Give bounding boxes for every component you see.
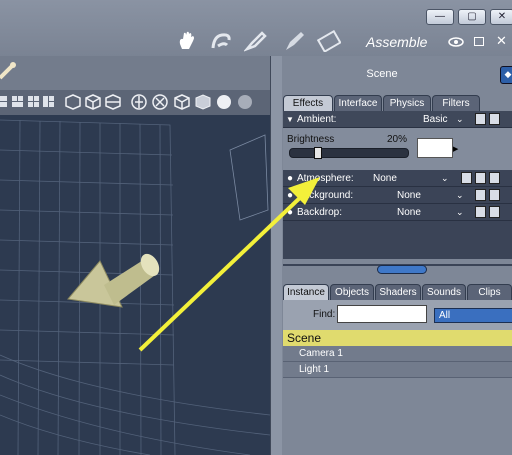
load-icon[interactable] (489, 113, 500, 125)
eye-icon[interactable] (448, 37, 464, 47)
brush-tool-icon[interactable] (283, 30, 307, 52)
draw-tool-icon[interactable] (244, 30, 268, 52)
render-box-icons[interactable] (64, 93, 126, 111)
window-icon[interactable] (474, 37, 484, 46)
tab-filters[interactable]: Filters (432, 95, 480, 111)
backdrop-row[interactable]: ● Backdrop: None ⌄ (283, 204, 512, 221)
find-label: Find: (313, 309, 336, 320)
chevron-down-icon[interactable]: ⌄ (456, 187, 464, 204)
swatch-arrow-icon[interactable]: ▶ (453, 145, 458, 153)
background-value[interactable]: None (397, 187, 421, 204)
load-icon[interactable] (489, 172, 500, 184)
atmosphere-value[interactable]: None (373, 170, 397, 187)
save-icon[interactable] (475, 113, 486, 125)
top-toolbar: — ▢ ✕ Assemble ✕ (0, 0, 512, 56)
ambient-row[interactable]: ▼ Ambient: Basic ⌄ (283, 111, 512, 128)
chevron-down-icon[interactable]: ⌄ (456, 204, 464, 221)
close-button[interactable]: ✕ (490, 9, 512, 25)
edit-icon[interactable] (461, 172, 472, 184)
filter-dropdown[interactable]: All (434, 308, 512, 323)
brightness-label: Brightness (287, 134, 335, 145)
brightness-percent: 20% (387, 134, 408, 145)
bullet-icon: ● (287, 190, 294, 201)
load-icon[interactable] (489, 206, 500, 218)
hand-tool-icon[interactable] (176, 30, 200, 52)
bullet-icon: ● (287, 173, 294, 184)
brightness-slider[interactable] (289, 147, 409, 159)
bullet-icon: ● (287, 207, 294, 218)
maximize-button[interactable]: ▢ (458, 9, 486, 25)
filter-value: All (439, 310, 451, 321)
layout-icons[interactable] (0, 95, 55, 109)
film-tool-icon[interactable] (317, 30, 341, 52)
morph-tool-icon[interactable] (210, 30, 234, 52)
collapse-triangle-icon[interactable]: ▼ (286, 111, 294, 128)
slider-thumb[interactable] (314, 147, 322, 159)
backdrop-value[interactable]: None (397, 204, 421, 221)
tab-clips[interactable]: Clips (467, 284, 512, 300)
tab-sounds[interactable]: Sounds (422, 284, 466, 300)
brightness-area: Brightness 20% ▶ (283, 128, 512, 170)
effects-empty-area (283, 221, 512, 259)
tab-shaders[interactable]: Shaders (375, 284, 421, 300)
view-toolbar (0, 90, 270, 115)
find-bar: Find: All (283, 300, 512, 330)
atmosphere-label: Atmosphere: (297, 173, 354, 184)
panel-resize-handle[interactable] (377, 265, 427, 274)
atmosphere-row[interactable]: ● Atmosphere: None ⌄ (283, 170, 512, 187)
color-swatch[interactable] (417, 138, 453, 158)
tree-empty-area (283, 378, 512, 455)
shading-mode-icons[interactable] (130, 93, 255, 111)
chevron-down-icon[interactable]: ⌄ (441, 170, 449, 187)
scene-render (0, 115, 270, 455)
tree-item[interactable]: Light 1 (283, 362, 512, 378)
find-input[interactable] (337, 305, 427, 323)
backdrop-label: Backdrop: (297, 207, 343, 218)
tree-item[interactable]: Camera 1 (283, 346, 512, 362)
tab-physics[interactable]: Physics (383, 95, 431, 111)
tab-effects[interactable]: Effects (283, 95, 333, 111)
tab-objects[interactable]: Objects (330, 284, 374, 300)
panel-title: Scene (366, 68, 398, 80)
load-icon[interactable] (489, 189, 500, 201)
tab-interface[interactable]: Interface (334, 95, 382, 111)
save-icon[interactable] (475, 189, 486, 201)
tab-instance[interactable]: Instance (283, 284, 329, 300)
bone-icon[interactable] (0, 60, 20, 82)
background-label: Background: (297, 190, 354, 201)
room-title: Assemble (366, 34, 428, 50)
ambient-label: Ambient: (297, 114, 337, 125)
save-icon[interactable] (475, 206, 486, 218)
tree-root[interactable]: Scene (283, 330, 512, 346)
3d-viewport[interactable] (0, 115, 270, 455)
ambient-value[interactable]: Basic (423, 111, 447, 128)
save-icon[interactable] (475, 172, 486, 184)
chevron-down-icon[interactable]: ⌄ (456, 111, 464, 128)
minimize-button[interactable]: — (426, 9, 454, 25)
close-room-icon[interactable]: ✕ (496, 33, 507, 49)
background-row[interactable]: ● Background: None ⌄ (283, 187, 512, 204)
secondary-toolbar (0, 56, 270, 90)
panel-collapse-icon[interactable]: ◆ (500, 66, 512, 84)
